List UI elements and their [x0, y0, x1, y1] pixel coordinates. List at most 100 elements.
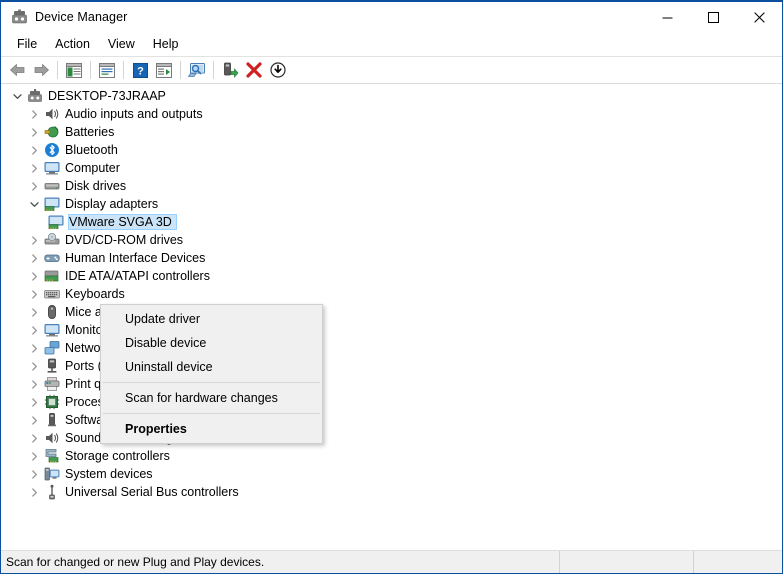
menu-action[interactable]: Action: [46, 35, 99, 53]
chevron-right-icon[interactable]: [26, 469, 43, 479]
tree-root-label: DESKTOP-73JRAAP: [48, 89, 166, 103]
update-driver-icon[interactable]: [152, 59, 176, 81]
uninstall-device-icon[interactable]: [242, 59, 266, 81]
toolbar-separator: [90, 61, 91, 79]
context-menu-item-update-driver[interactable]: Update driver: [101, 307, 322, 331]
help-icon[interactable]: ?: [128, 59, 152, 81]
chevron-right-icon[interactable]: [26, 433, 43, 443]
tree-item-label: Display adapters: [65, 197, 159, 211]
tree-item-label: DVD/CD-ROM drives: [65, 233, 184, 247]
tree-item-keyboards[interactable]: Keyboards: [1, 285, 782, 303]
dvd-drive-icon: [43, 232, 61, 248]
tree-root-node[interactable]: DESKTOP-73JRAAP: [1, 87, 782, 105]
tree-item-label: IDE ATA/ATAPI controllers: [65, 269, 210, 283]
status-bar-cell-three: [693, 551, 782, 573]
tree-item-label: Storage controllers: [65, 449, 170, 463]
chevron-right-icon[interactable]: [26, 325, 43, 335]
chevron-right-icon[interactable]: [26, 451, 43, 461]
tree-item-dvd-cd-rom-drives[interactable]: DVD/CD-ROM drives: [1, 231, 782, 249]
display-adapter-icon: [43, 196, 61, 212]
tree-item-universal-serial-bus-controllers[interactable]: Universal Serial Bus controllers: [1, 483, 782, 501]
tree-item-storage-controllers[interactable]: Storage controllers: [1, 447, 782, 465]
toolbar-separator: [213, 61, 214, 79]
tree-item-label: Disk drives: [65, 179, 127, 193]
tree-item-batteries[interactable]: Batteries: [1, 123, 782, 141]
chevron-right-icon[interactable]: [26, 289, 43, 299]
printer-icon: [43, 376, 61, 392]
hid-icon: [43, 250, 61, 266]
context-menu: Update driver Disable device Uninstall d…: [100, 304, 323, 444]
scan-for-hardware-changes-icon[interactable]: [185, 59, 209, 81]
speaker-icon: [43, 430, 61, 446]
chevron-right-icon[interactable]: [26, 163, 43, 173]
processor-icon: [43, 394, 61, 410]
mouse-icon: [43, 304, 61, 320]
tree-item-display-adapters[interactable]: Display adapters: [1, 195, 782, 213]
port-icon: [43, 358, 61, 374]
storage-controller-icon: [43, 448, 61, 464]
chevron-right-icon[interactable]: [26, 361, 43, 371]
context-menu-item-uninstall-device[interactable]: Uninstall device: [101, 355, 322, 379]
tree-item-vmware-svga-3d[interactable]: VMware SVGA 3D: [1, 213, 782, 231]
properties-icon[interactable]: [95, 59, 119, 81]
network-adapter-icon: [43, 340, 61, 356]
status-bar: Scan for changed or new Plug and Play de…: [1, 550, 782, 573]
chevron-right-icon[interactable]: [26, 127, 43, 137]
minimize-button[interactable]: [644, 2, 690, 32]
tree-item-ide-ata-atapi-controllers[interactable]: IDE ATA/ATAPI controllers: [1, 267, 782, 285]
chevron-right-icon[interactable]: [26, 145, 43, 155]
context-menu-item-properties[interactable]: Properties: [101, 417, 322, 441]
chevron-right-icon[interactable]: [26, 379, 43, 389]
title-bar: Device Manager: [1, 2, 782, 32]
tree-item-system-devices[interactable]: System devices: [1, 465, 782, 483]
battery-icon: [43, 124, 61, 140]
chevron-right-icon[interactable]: [26, 307, 43, 317]
chevron-right-icon[interactable]: [26, 343, 43, 353]
usb-icon: [43, 484, 61, 500]
device-manager-window: Device Manager File Action View Help ? D…: [0, 0, 783, 574]
chevron-right-icon[interactable]: [26, 109, 43, 119]
device-manager-icon: [10, 8, 28, 26]
toolbar-separator: [57, 61, 58, 79]
chevron-down-icon[interactable]: [9, 92, 26, 101]
maximize-button[interactable]: [690, 2, 736, 32]
device-tree[interactable]: DESKTOP-73JRAAP Audio inputs and outputs: [1, 84, 782, 550]
context-menu-item-disable-device[interactable]: Disable device: [101, 331, 322, 355]
tree-item-audio-inputs-and-outputs[interactable]: Audio inputs and outputs: [1, 105, 782, 123]
chevron-right-icon[interactable]: [26, 253, 43, 263]
menu-file[interactable]: File: [8, 35, 46, 53]
disable-device-icon[interactable]: [266, 59, 290, 81]
chevron-right-icon[interactable]: [26, 271, 43, 281]
caption-button-group: [644, 2, 782, 32]
menu-help[interactable]: Help: [144, 35, 188, 53]
menu-view[interactable]: View: [99, 35, 144, 53]
enable-device-icon[interactable]: [218, 59, 242, 81]
ide-controller-icon: [43, 268, 61, 284]
disk-drive-icon: [43, 178, 61, 194]
chevron-right-icon[interactable]: [26, 415, 43, 425]
forward-icon[interactable]: [29, 59, 53, 81]
back-icon[interactable]: [5, 59, 29, 81]
toolbar-separator: [123, 61, 124, 79]
toolbar: ?: [1, 56, 782, 84]
software-device-icon: [43, 412, 61, 428]
tree-item-human-interface-devices[interactable]: Human Interface Devices: [1, 249, 782, 267]
tree-item-label: Bluetooth: [65, 143, 118, 157]
tree-item-bluetooth[interactable]: Bluetooth: [1, 141, 782, 159]
chevron-right-icon[interactable]: [26, 397, 43, 407]
show-hide-console-tree-icon[interactable]: [62, 59, 86, 81]
chevron-right-icon[interactable]: [26, 181, 43, 191]
context-menu-item-scan-for-hardware-changes[interactable]: Scan for hardware changes: [101, 386, 322, 410]
tree-item-disk-drives[interactable]: Disk drives: [1, 177, 782, 195]
close-button[interactable]: [736, 2, 782, 32]
tree-item-label: System devices: [65, 467, 153, 481]
tree-item-label: VMware SVGA 3D: [68, 214, 177, 230]
keyboard-icon: [43, 286, 61, 302]
chevron-down-icon[interactable]: [26, 200, 43, 209]
chevron-right-icon[interactable]: [26, 235, 43, 245]
system-device-icon: [43, 466, 61, 482]
computer-root-icon: [26, 88, 44, 104]
monitor-icon: [43, 322, 61, 338]
tree-item-computer[interactable]: Computer: [1, 159, 782, 177]
chevron-right-icon[interactable]: [26, 487, 43, 497]
